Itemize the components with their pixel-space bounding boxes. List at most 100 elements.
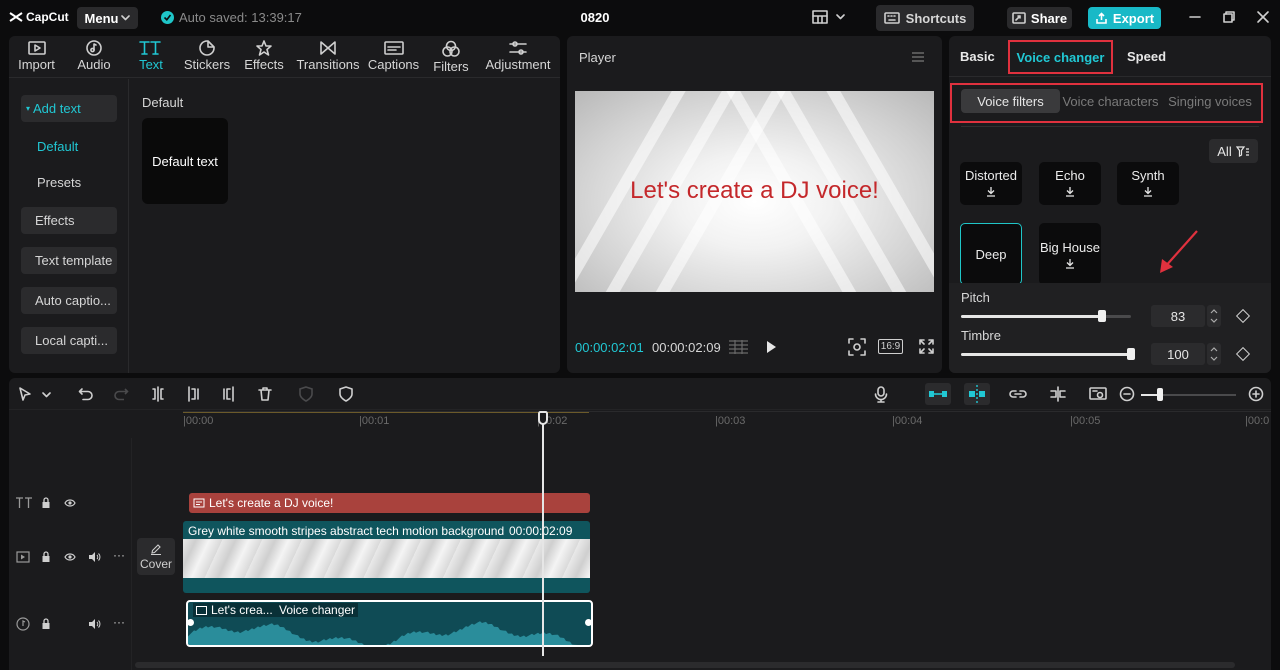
inspector-panel: Basic Voice changer Speed Voice filters … [949, 36, 1271, 373]
more-options-icon[interactable]: ··· [113, 548, 125, 562]
tab-audio[interactable]: Audio [72, 40, 116, 76]
layout-button[interactable] [812, 10, 845, 24]
thumbnail-view-icon[interactable] [1089, 386, 1107, 402]
tab-filters[interactable]: Filters [431, 40, 471, 76]
tab-stickers[interactable]: Stickers [183, 40, 231, 76]
video-preview[interactable]: Let's create a DJ voice! [575, 91, 934, 292]
main-track-magnet-button[interactable] [925, 383, 951, 405]
voice-filter-echo[interactable]: Echo [1039, 162, 1101, 205]
menu-button[interactable]: Menu [77, 7, 138, 29]
select-cursor-icon[interactable] [17, 386, 33, 402]
sidebar-item-text-template[interactable]: Text template [21, 247, 117, 274]
split-icon[interactable] [150, 386, 166, 402]
adjustment-icon [509, 41, 527, 55]
subtab-singing-voices[interactable]: Singing voices [1164, 89, 1256, 113]
more-options-icon[interactable]: ··· [113, 615, 125, 629]
split-left-icon[interactable] [185, 386, 201, 402]
voice-filter-distorted[interactable]: Distorted [960, 162, 1022, 205]
zoom-in-icon[interactable] [1248, 386, 1264, 402]
restore-icon[interactable] [1222, 10, 1236, 24]
play-icon[interactable] [765, 340, 777, 354]
eye-icon[interactable] [64, 498, 76, 508]
media-tabs: Import Audio Text Stickers Effects Trans… [9, 36, 560, 78]
lock-icon[interactable] [41, 497, 51, 509]
subtab-voice-characters[interactable]: Voice characters [1062, 89, 1159, 113]
shortcuts-label: Shortcuts [905, 10, 967, 26]
preview-axis-icon[interactable] [1049, 386, 1067, 402]
default-text-card[interactable]: Default text [142, 118, 228, 204]
sidebar-item-add-text[interactable]: ▾ Add text [21, 95, 117, 122]
pitch-slider-handle[interactable] [1098, 310, 1107, 322]
sidebar-item-default[interactable]: Default [21, 133, 117, 160]
aspect-ratio-button[interactable]: 16:9 [878, 339, 903, 354]
fade-out-handle[interactable] [585, 619, 591, 626]
section-heading: Default [142, 95, 184, 110]
shield-icon[interactable] [338, 386, 354, 402]
lock-icon[interactable] [41, 551, 51, 563]
media-panel: Import Audio Text Stickers Effects Trans… [9, 36, 560, 373]
tab-basic[interactable]: Basic [960, 49, 995, 64]
sidebar-item-effects[interactable]: Effects [21, 207, 117, 234]
video-clip[interactable]: Grey white smooth stripes abstract tech … [183, 521, 590, 593]
fullscreen-icon[interactable] [919, 339, 934, 354]
timbre-slider[interactable] [961, 353, 1131, 356]
zoom-slider-handle[interactable] [1157, 388, 1163, 401]
speaker-icon[interactable] [88, 551, 101, 563]
tab-adjustment[interactable]: Adjustment [483, 40, 553, 76]
tab-text[interactable]: Text [134, 40, 168, 76]
timbre-value-input[interactable]: 100 [1151, 343, 1205, 365]
tab-import[interactable]: Import [14, 40, 59, 76]
hamburger-menu-icon[interactable] [911, 51, 925, 63]
export-icon [1096, 11, 1107, 24]
fit-frame-icon[interactable] [848, 338, 866, 356]
cover-button[interactable]: Cover [137, 538, 175, 575]
pitch-value-input[interactable]: 83 [1151, 305, 1205, 327]
sidebar-item-local-captions[interactable]: Local capti... [21, 327, 117, 354]
minimize-icon[interactable] [1188, 10, 1202, 24]
tab-speed[interactable]: Speed [1127, 49, 1166, 64]
undo-icon[interactable] [78, 386, 94, 402]
download-icon [987, 187, 995, 197]
timbre-slider-handle[interactable] [1127, 348, 1135, 360]
sidebar-item-auto-captions[interactable]: Auto captio... [21, 287, 117, 314]
audio-clip[interactable]: Let's crea... Voice changer [186, 600, 593, 647]
speaker-icon[interactable] [88, 618, 101, 630]
timbre-stepper[interactable] [1207, 343, 1221, 365]
ruler-label: |00:0 [1245, 415, 1270, 427]
microphone-icon[interactable] [873, 386, 889, 403]
voice-filter-deep[interactable]: Deep [960, 223, 1022, 285]
close-icon[interactable] [1256, 10, 1270, 24]
voice-filter-label: Synth [1131, 168, 1165, 183]
auto-snap-button[interactable] [964, 383, 990, 405]
timeline-grid-icon[interactable] [728, 339, 749, 355]
zoom-out-icon[interactable] [1119, 386, 1135, 402]
text-clip[interactable]: Let's create a DJ voice! [189, 493, 590, 513]
app-logo-text: CapCut [26, 10, 69, 24]
video-thumbnail [183, 539, 590, 578]
eye-icon[interactable] [64, 552, 76, 562]
tab-transitions[interactable]: Transitions [295, 40, 361, 76]
timeline-scrollbar[interactable] [135, 662, 1235, 668]
tab-effects[interactable]: Effects [243, 40, 285, 76]
pitch-stepper[interactable] [1207, 305, 1221, 327]
chevron-down-icon[interactable] [42, 392, 51, 398]
subtab-label: Voice characters [1062, 93, 1159, 109]
subtab-voice-filters[interactable]: Voice filters [961, 89, 1060, 113]
delete-icon[interactable] [257, 386, 273, 402]
sidebar-item-presets[interactable]: Presets [21, 169, 117, 196]
fade-in-handle[interactable] [188, 619, 194, 626]
filter-all-button[interactable]: All [1209, 139, 1258, 163]
playhead[interactable] [542, 411, 544, 656]
voice-filter-synth[interactable]: Synth [1117, 162, 1179, 205]
playhead-handle[interactable] [538, 411, 548, 425]
tab-voice-changer[interactable]: Voice changer [1008, 40, 1113, 74]
link-icon[interactable] [1009, 386, 1027, 402]
tab-captions[interactable]: Captions [366, 40, 421, 76]
lock-icon[interactable] [41, 618, 51, 630]
subtab-label: Singing voices [1168, 93, 1252, 109]
export-button[interactable]: Export [1088, 7, 1161, 29]
shortcuts-button[interactable]: Shortcuts [876, 5, 974, 31]
split-right-icon[interactable] [221, 386, 237, 402]
voice-filter-big-house[interactable]: Big House [1039, 223, 1101, 285]
share-button[interactable]: Share [1007, 7, 1072, 29]
